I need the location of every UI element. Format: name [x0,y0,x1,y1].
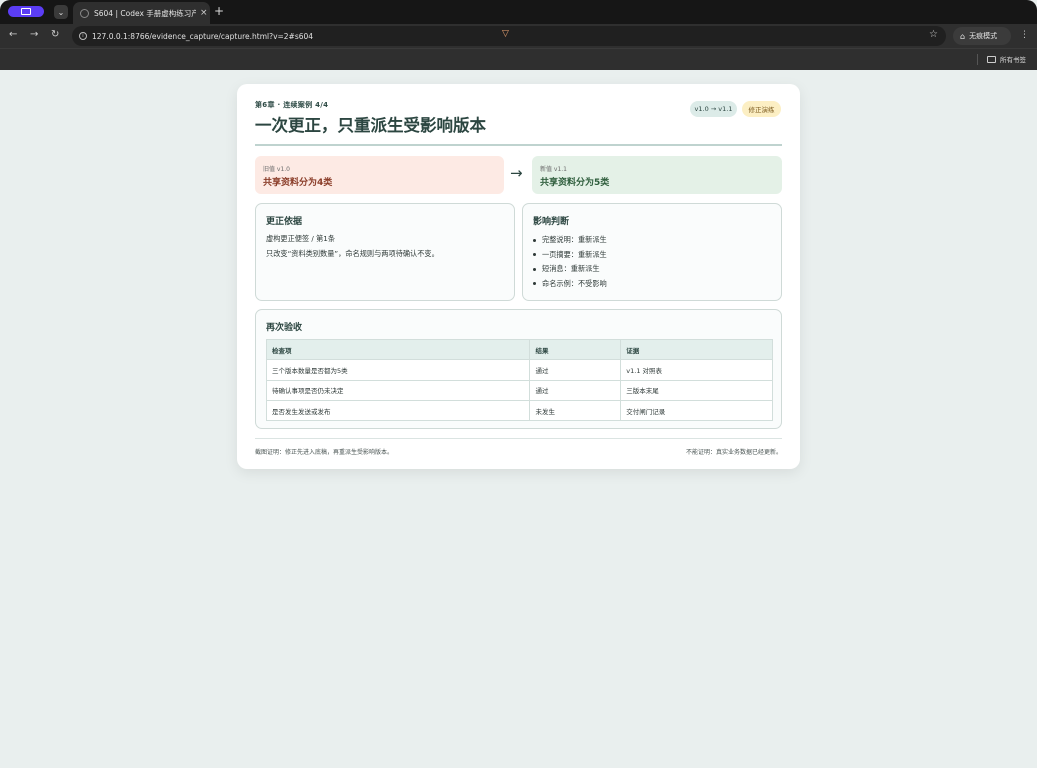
browser-window: ⌄ S604 | Codex 手册虚构练习产 × + ← → ↻ i 127.0… [0,0,1037,768]
basis-heading: 更正依据 [266,217,303,227]
impact-item-text: 一页摘要：重新派生 [542,249,607,259]
fix-drill-badge: 修正演练 [742,101,781,117]
folder-icon [987,55,996,63]
list-item: 命名示例：不受影响 [533,277,607,292]
result-cell: 未发生 [529,399,622,422]
bookmarks-bar: 所有书签 [0,48,1037,70]
incognito-icon: ⌂ [960,31,966,41]
footer-divider [255,438,782,439]
browser-menu-icon[interactable]: ⋮ [1020,30,1029,40]
result-cell: 通过 [529,379,622,401]
chapter-eyebrow: 第6章 · 连续案例 4/4 [255,101,329,109]
arrow-right-icon: → [510,164,523,182]
url-text: 127.0.0.1:8766/evidence_capture/capture.… [92,31,314,41]
recheck-panel: 再次验收 检查项 结果 证据 三个版本数量是否都为5类 通过 v1.1 对照表 [255,309,782,429]
case-card: 第6章 · 连续案例 4/4 一次更正，只重派生受影响版本 v1.0 → v1.… [237,84,800,469]
close-icon[interactable]: × [200,8,208,18]
table-header-row: 检查项 结果 证据 [265,338,773,361]
recheck-table: 检查项 结果 证据 三个版本数量是否都为5类 通过 v1.1 对照表 待确认事项… [265,338,773,422]
reload-button[interactable]: ↻ [51,29,59,40]
impact-panel: 影响判断 完整说明：重新派生 一页摘要：重新派生 短消息：重新派生 命名示例：不… [522,203,782,301]
all-bookmarks-button[interactable]: 所有书签 [987,54,1026,64]
list-item: 短消息：重新派生 [533,262,607,277]
browser-toolbar: ← → ↻ i 127.0.0.1:8766/evidence_capture/… [0,24,1037,48]
impact-heading: 影响判断 [533,217,570,227]
impact-item-text: 命名示例：不受影响 [542,278,607,288]
window-icon [21,8,31,15]
all-bookmarks-label: 所有书签 [1000,56,1026,64]
basis-line-1: 虚构更正便签 / 第1条 [266,234,336,243]
footer-proves: 截图证明：修正先进入底稿，再重派生受影响版本。 [255,449,394,456]
new-value-caption: 新值 v1.1 [540,166,568,173]
bullet-icon [533,253,536,257]
back-button[interactable]: ← [9,29,17,40]
evidence-cell: 交付闸门记录 [620,399,773,422]
table-row: 三个版本数量是否都为5类 通过 v1.1 对照表 [265,359,773,381]
check-item-cell: 是否发生发送或发布 [265,399,531,422]
forward-button[interactable]: → [30,29,38,40]
column-header: 检查项 [265,338,531,361]
tab-title: S604 | Codex 手册虚构练习产 [94,8,196,18]
basis-line-2: 只改变“资料类别数量”，命名规则与两项待确认不变。 [266,249,439,258]
impact-item-text: 短消息：重新派生 [542,264,600,274]
title-divider [255,144,782,146]
recheck-heading: 再次验收 [266,323,303,333]
column-header: 证据 [620,338,773,361]
list-item: 完整说明：重新派生 [533,233,607,248]
bullet-icon [533,267,536,271]
list-item: 一页摘要：重新派生 [533,248,607,263]
evidence-cell: 三版本末尾 [620,379,773,401]
tab-search-button[interactable]: ⌄ [54,5,68,19]
page-title: 一次更正，只重派生受影响版本 [255,116,486,135]
impact-list: 完整说明：重新派生 一页摘要：重新派生 短消息：重新派生 命名示例：不受影响 [533,233,607,291]
footer-not-proves: 不能证明：真实业务数据已经更新。 [685,449,782,456]
table-row: 待确认事项是否仍未决定 通过 三版本末尾 [265,379,773,401]
extension-icon[interactable]: ▽ [502,29,514,41]
version-badge: v1.0 → v1.1 [690,101,737,117]
tab-strip: ⌄ S604 | Codex 手册虚构练习产 × + [0,0,1037,24]
bullet-icon [533,238,536,242]
site-info-icon[interactable]: i [79,32,87,40]
active-tab[interactable]: S604 | Codex 手册虚构练习产 × [73,2,210,24]
profile-button[interactable] [8,6,44,17]
old-value-box: 旧值 v1.0 共享资料分为4类 [255,156,504,194]
incognito-indicator[interactable]: ⌂ 无痕模式 [953,27,1011,45]
bookmark-star-icon[interactable]: ☆ [929,29,938,40]
bullet-icon [533,282,536,286]
new-value-box: 新值 v1.1 共享资料分为5类 [532,156,782,194]
table-row: 是否发生发送或发布 未发生 交付闸门记录 [265,399,773,422]
favicon-icon [80,8,89,18]
check-item-cell: 待确认事项是否仍未决定 [265,379,531,401]
new-value-text: 共享资料分为5类 [540,178,610,188]
impact-item-text: 完整说明：重新派生 [542,235,607,245]
check-item-cell: 三个版本数量是否都为5类 [265,359,531,381]
bookmarks-divider [977,54,978,65]
old-value-text: 共享资料分为4类 [263,178,333,188]
column-header: 结果 [529,338,622,361]
incognito-label: 无痕模式 [969,32,998,40]
correction-basis-panel: 更正依据 虚构更正便签 / 第1条 只改变“资料类别数量”，命名规则与两项待确认… [255,203,515,301]
chevron-down-icon: ⌄ [57,7,65,17]
new-tab-button[interactable]: + [214,4,224,18]
old-value-caption: 旧值 v1.0 [263,166,291,173]
result-cell: 通过 [529,359,622,381]
evidence-cell: v1.1 对照表 [620,359,773,381]
